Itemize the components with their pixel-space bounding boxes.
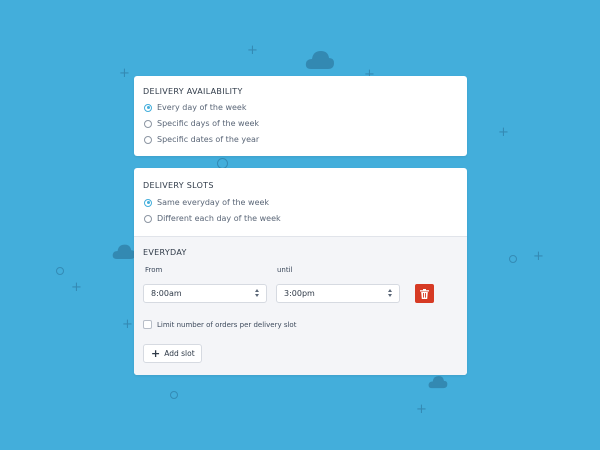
- add-slot-button[interactable]: + Add slot: [143, 344, 202, 363]
- radio-different-each-day[interactable]: Different each day of the week: [144, 214, 281, 223]
- radio-specific-dates[interactable]: Specific dates of the year: [144, 135, 259, 144]
- decor-plus-icon: +: [416, 402, 427, 417]
- cloud-icon: [305, 51, 334, 69]
- cloud-icon: [112, 244, 136, 259]
- from-time-value: 8:00am: [151, 289, 182, 298]
- decor-plus-icon: +: [533, 249, 544, 264]
- radio-button[interactable]: [144, 103, 152, 112]
- add-slot-label: Add slot: [164, 349, 195, 358]
- select-arrows-icon: [255, 289, 259, 297]
- limit-orders-checkbox[interactable]: [143, 320, 152, 329]
- delivery-slots-card: DELIVERY SLOTS Same everyday of the week…: [134, 168, 467, 375]
- from-time-select[interactable]: 8:00am: [143, 284, 267, 303]
- decor-plus-icon: +: [498, 125, 509, 140]
- delete-slot-button[interactable]: [415, 284, 434, 303]
- limit-orders-option[interactable]: Limit number of orders per delivery slot: [143, 320, 296, 329]
- decor-plus-icon: +: [247, 43, 258, 58]
- radio-same-everyday[interactable]: Same everyday of the week: [144, 198, 269, 207]
- until-time-select[interactable]: 3:00pm: [276, 284, 400, 303]
- decor-circle-icon: [509, 255, 517, 263]
- delivery-slots-title: DELIVERY SLOTS: [143, 181, 214, 190]
- decor-circle-icon: [56, 267, 64, 275]
- radio-specific-days[interactable]: Specific days of the week: [144, 119, 259, 128]
- from-label: From: [145, 266, 163, 274]
- cloud-icon: [428, 376, 448, 389]
- radio-label: Every day of the week: [157, 103, 247, 112]
- select-arrows-icon: [388, 289, 392, 297]
- limit-orders-label: Limit number of orders per delivery slot: [157, 320, 297, 329]
- decor-plus-icon: +: [122, 317, 133, 332]
- everyday-title: EVERYDAY: [143, 248, 187, 257]
- radio-every-day[interactable]: Every day of the week: [144, 103, 246, 112]
- plus-icon: +: [151, 346, 161, 360]
- everyday-slot-panel: EVERYDAY From until 8:00am 3:00pm Limit …: [134, 236, 467, 375]
- until-label: until: [277, 266, 293, 274]
- delivery-availability-card: DELIVERY AVAILABILITY Every day of the w…: [134, 76, 467, 156]
- trash-icon: [420, 288, 429, 299]
- radio-label: Same everyday of the week: [157, 198, 270, 207]
- radio-label: Specific dates of the year: [157, 135, 260, 144]
- radio-button[interactable]: [144, 119, 152, 128]
- radio-button[interactable]: [144, 198, 152, 207]
- until-time-value: 3:00pm: [284, 289, 315, 298]
- delivery-availability-title: DELIVERY AVAILABILITY: [143, 87, 243, 96]
- radio-label: Different each day of the week: [157, 214, 281, 223]
- radio-button[interactable]: [144, 135, 152, 144]
- decor-circle-icon: [170, 391, 178, 399]
- radio-button[interactable]: [144, 214, 152, 223]
- radio-label: Specific days of the week: [157, 119, 260, 128]
- decor-plus-icon: +: [71, 280, 82, 295]
- decor-plus-icon: +: [119, 66, 130, 81]
